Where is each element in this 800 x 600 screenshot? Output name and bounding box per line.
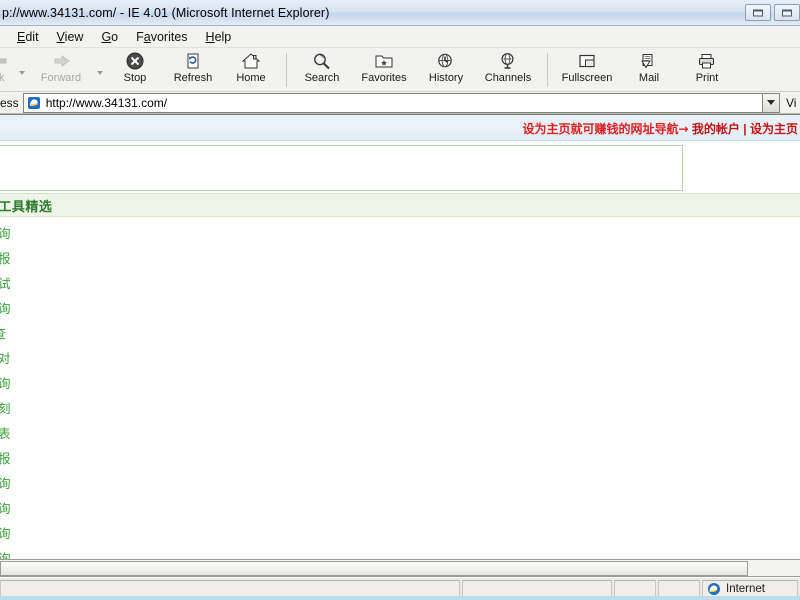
refresh-icon (184, 51, 202, 71)
channels-label: Channels (484, 72, 532, 84)
list-item[interactable]: 网速度测试 (0, 271, 64, 296)
search-panel[interactable] (0, 145, 683, 191)
fullscreen-icon (577, 51, 597, 71)
list-item[interactable]: 机号码查询 (0, 496, 64, 521)
history-globe-icon (436, 51, 456, 71)
favorites-label: Favorites (361, 72, 407, 84)
fullscreen-button[interactable]: Fullscreen (554, 51, 620, 91)
print-button[interactable]: Print (678, 51, 736, 91)
stop-label: Stop (123, 72, 147, 84)
forward-arrow-icon (50, 51, 72, 71)
refresh-button[interactable]: Refresh (164, 51, 222, 91)
list-item[interactable]: 机属地查询 (0, 296, 64, 321)
menu-item-favorites[interactable]: Favorites (127, 28, 196, 46)
tools-section-header: ...工具精选 (0, 193, 800, 217)
security-zone-label: Internet (726, 583, 765, 595)
toolbar-separator-1 (286, 53, 287, 87)
mail-button[interactable]: Mail (620, 51, 678, 91)
links-label[interactable]: Vi (786, 96, 800, 110)
list-item[interactable]: 京时间校对 (0, 346, 64, 371)
forward-dropdown-arrow[interactable] (94, 51, 106, 91)
stop-button[interactable]: Stop (106, 51, 164, 91)
promo-slogan: 设为主页就可赚钱的网址导航→ (522, 122, 689, 136)
refresh-label: Refresh (173, 72, 213, 84)
address-label: ess (0, 95, 19, 110)
home-label: Home (236, 72, 266, 84)
back-label: ck (0, 72, 5, 84)
home-button[interactable]: Home (222, 51, 280, 91)
page-viewport: 设为主页就可赚钱的网址导航→ 我的帐户 | 设为主页 ...工具精选 气预报查询… (0, 114, 800, 559)
back-dropdown-arrow[interactable] (16, 51, 28, 91)
browser-toolbar: ck Forward Stop Refresh Home (0, 48, 800, 92)
fullscreen-label: Fullscreen (561, 72, 613, 84)
horizontal-scrollbar-thumb[interactable] (0, 561, 748, 576)
toolbar-separator-2 (547, 53, 548, 87)
channels-icon (498, 51, 518, 71)
title-bar[interactable]: p://www.34131.com/ - IE 4.01 (Microsoft … (0, 0, 800, 26)
list-item[interactable]: 递单号查询 (0, 546, 64, 559)
restore-icon (753, 9, 763, 16)
forward-label: Forward (40, 72, 82, 84)
search-button[interactable]: Search (293, 51, 351, 91)
ie-internet-zone-icon (707, 582, 721, 596)
address-url-text: http://www.34131.com/ (45, 95, 168, 110)
channels-button[interactable]: Channels (475, 51, 541, 91)
list-item[interactable]: 年历查询表 (0, 421, 64, 446)
search-label: Search (304, 72, 340, 84)
restore-window-button[interactable] (745, 4, 771, 21)
mail-label: Mail (638, 72, 660, 84)
print-label: Print (695, 72, 719, 84)
menu-item-go[interactable]: Go (92, 28, 127, 46)
close-icon (782, 9, 792, 16)
print-icon (697, 51, 717, 71)
my-account-link[interactable]: 我的帐户 (692, 122, 740, 136)
list-item[interactable]: 份证号查询 (0, 471, 64, 496)
menu-item-help[interactable]: Help (197, 28, 241, 46)
list-item[interactable]: 界天气预报 (0, 446, 64, 471)
ie-page-icon (25, 94, 42, 111)
history-button[interactable]: History (417, 51, 475, 91)
search-icon (312, 51, 332, 71)
stop-icon (126, 51, 144, 71)
list-item[interactable]: 编区号查询 (0, 521, 64, 546)
set-homepage-link[interactable]: 设为主页 (750, 122, 798, 136)
favorites-button[interactable]: Favorites (351, 51, 417, 91)
history-label: History (428, 72, 464, 84)
horizontal-scrollbar[interactable] (0, 559, 800, 577)
window-title: p://www.34131.com/ - IE 4.01 (Microsoft … (2, 5, 330, 20)
address-input[interactable]: http://www.34131.com/ (22, 92, 762, 113)
promo-separator: | (743, 122, 747, 136)
menu-item-edit[interactable]: Edit (8, 28, 48, 46)
address-bar: ess http://www.34131.com/ Vi (0, 92, 800, 114)
list-item[interactable]: 途汽车时刻 (0, 396, 64, 421)
browser-window: p://www.34131.com/ - IE 4.01 (Microsoft … (0, 0, 800, 600)
tools-link-list: 气预报查询 视节目预报 网速度测试 机属地查询 地址速查 京时间校对 车时刻查询… (0, 221, 64, 559)
address-history-dropdown[interactable] (762, 92, 780, 113)
list-item[interactable]: 地址速查 (0, 321, 64, 346)
back-button[interactable]: ck (0, 51, 16, 91)
desktop-strip (0, 596, 800, 600)
list-item[interactable]: 气预报查询 (0, 221, 64, 246)
close-window-button[interactable] (774, 4, 800, 21)
list-item[interactable]: 视节目预报 (0, 246, 64, 271)
promo-bar: 设为主页就可赚钱的网址导航→ 我的帐户 | 设为主页 (0, 120, 800, 137)
home-icon (241, 51, 261, 71)
back-arrow-icon (0, 51, 9, 71)
forward-button[interactable]: Forward (28, 51, 94, 91)
list-item[interactable]: 车时刻查询 (0, 371, 64, 396)
mail-icon (639, 51, 659, 71)
web-page: 设为主页就可赚钱的网址导航→ 我的帐户 | 设为主页 ...工具精选 气预报查询… (0, 115, 800, 559)
tools-section-title: ...工具精选 (0, 199, 53, 215)
menu-bar: Edit View Go Favorites Help (0, 26, 800, 48)
window-controls (745, 4, 800, 21)
menu-item-view[interactable]: View (48, 28, 93, 46)
favorites-folder-icon (374, 51, 394, 71)
